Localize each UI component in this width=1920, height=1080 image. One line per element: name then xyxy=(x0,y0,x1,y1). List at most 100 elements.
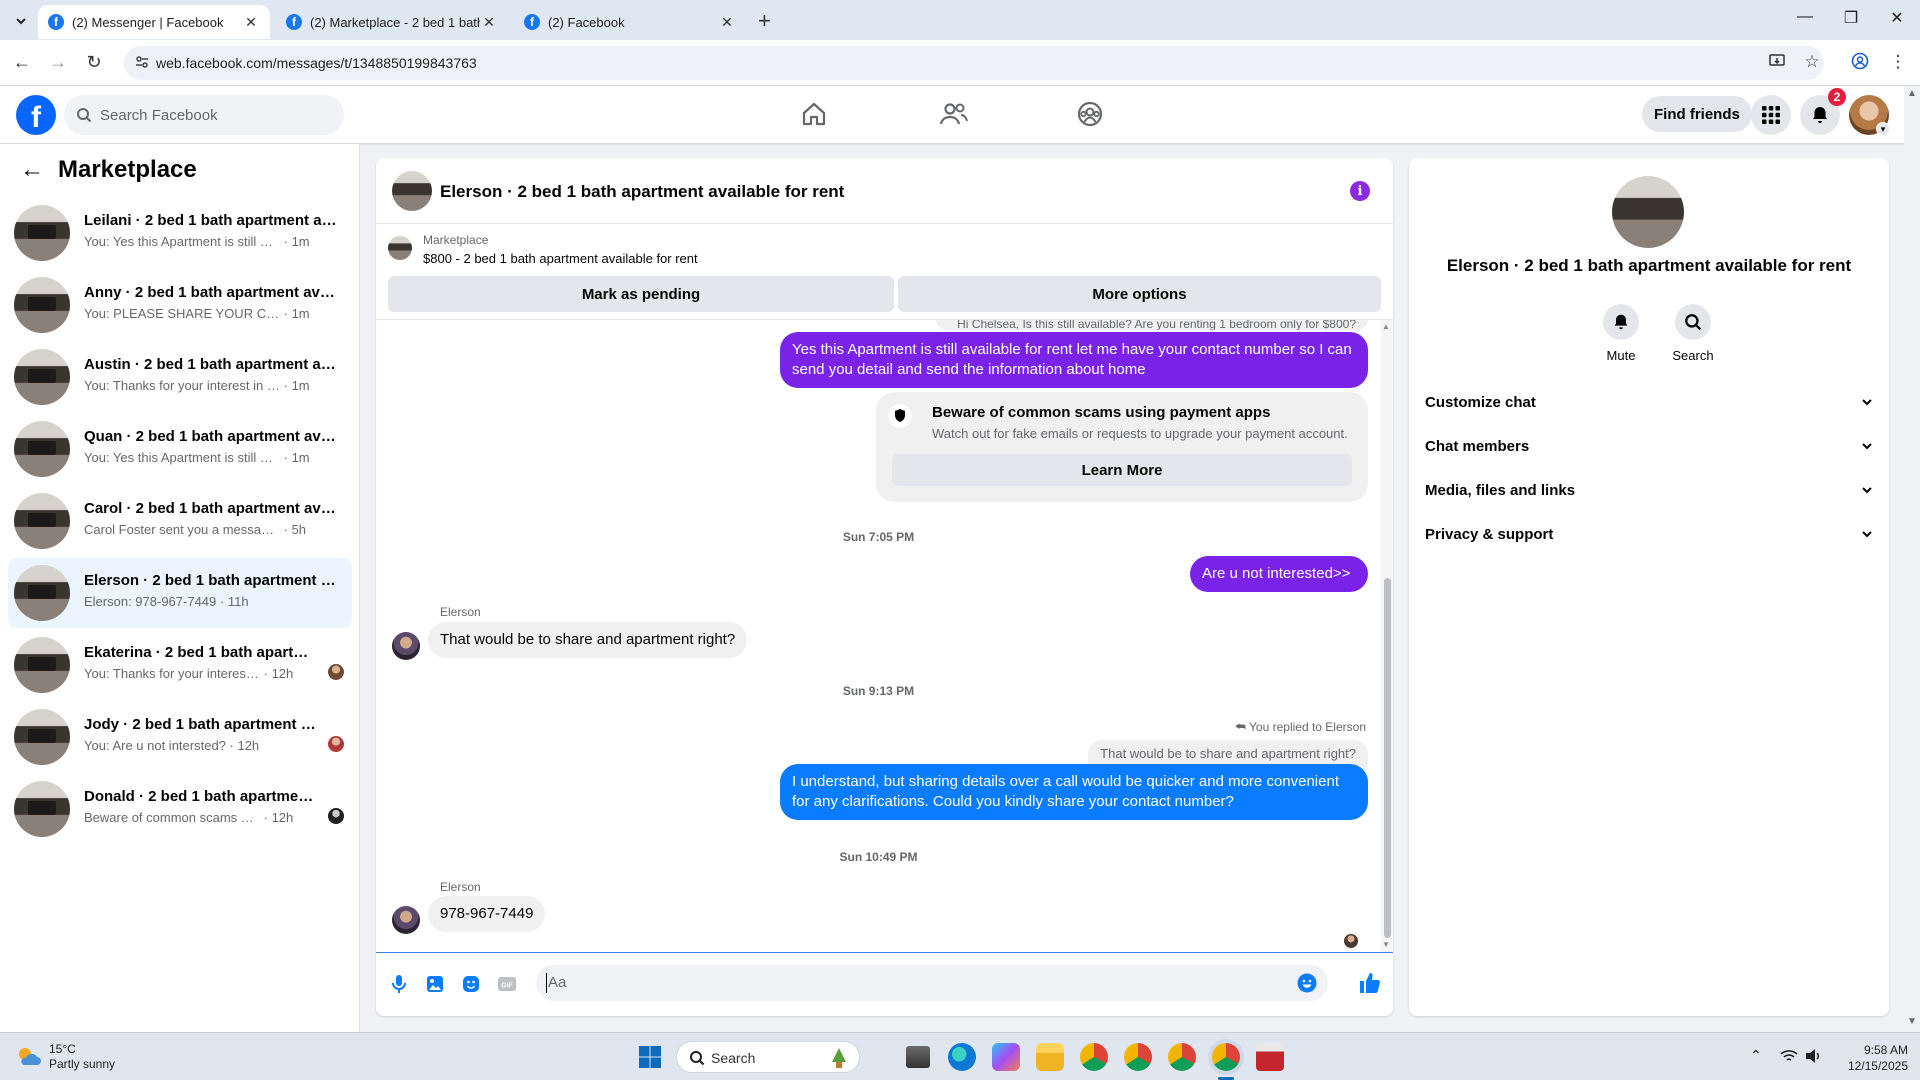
site-info-icon[interactable] xyxy=(134,54,152,72)
back-arrow-icon[interactable]: ← xyxy=(20,156,44,184)
chrome-icon[interactable] xyxy=(1168,1043,1196,1071)
section-media-files-links[interactable]: Media, files and links xyxy=(1425,468,1873,512)
message-bubble-incoming[interactable]: That would be to share and apartment rig… xyxy=(428,622,748,658)
chevron-down-icon[interactable]: ▾ xyxy=(1876,122,1890,136)
search-icon xyxy=(690,1051,705,1066)
more-options-button[interactable]: More options xyxy=(898,276,1381,312)
browser-menu-icon[interactable]: ⋮ xyxy=(1885,52,1911,72)
browser-tab-messenger[interactable]: f (2) Messenger | Facebook ✕ xyxy=(38,5,270,39)
scroll-down-icon[interactable]: ▼ xyxy=(1382,940,1390,949)
scroll-up-icon[interactable]: ▲ xyxy=(1907,88,1917,99)
chat-name: Anny · 2 bed 1 bath apartment available … xyxy=(84,284,340,301)
minimize-button[interactable]: — xyxy=(1790,8,1820,26)
chat-item-donald[interactable]: Donald · 2 bed 1 bath apartment availabl… xyxy=(8,774,352,844)
browser-tab-marketplace[interactable]: f (2) Marketplace - 2 bed 1 bath ✕ xyxy=(276,5,508,39)
volume-icon[interactable] xyxy=(1804,1048,1822,1064)
chrome-active-icon[interactable] xyxy=(1212,1043,1240,1071)
tab-search-button[interactable] xyxy=(10,10,32,32)
section-chat-members[interactable]: Chat members xyxy=(1425,424,1873,468)
chrome-icon[interactable] xyxy=(1080,1043,1108,1071)
file-explorer-icon[interactable] xyxy=(1036,1043,1064,1071)
page-scrollbar[interactable]: ▲ ▼ xyxy=(1904,86,1920,1032)
emoji-icon[interactable] xyxy=(1296,972,1318,994)
tab-title: (2) Marketplace - 2 bed 1 bath xyxy=(310,14,480,30)
chat-item-leilani[interactable]: Leilani · 2 bed 1 bath apartment availab… xyxy=(8,198,352,268)
weather-widget[interactable]: 15°C Partly sunny xyxy=(49,1042,115,1072)
listing-thumbnail[interactable] xyxy=(388,236,412,260)
thumbs-up-icon[interactable] xyxy=(1358,971,1382,995)
microphone-icon[interactable] xyxy=(388,973,410,995)
profile-icon[interactable] xyxy=(1847,52,1873,75)
taskbar-search[interactable]: Search xyxy=(676,1041,860,1073)
system-clock[interactable]: 9:58 AM 12/15/2025 xyxy=(1838,1042,1908,1074)
sender-avatar[interactable] xyxy=(392,906,420,934)
task-view-icon[interactable] xyxy=(906,1046,930,1068)
message-bubble-outgoing[interactable]: Yes this Apartment is still available fo… xyxy=(780,332,1368,388)
mute-button[interactable]: Mute xyxy=(1591,304,1651,363)
sender-avatar[interactable] xyxy=(392,632,420,660)
scroll-up-icon[interactable]: ▲ xyxy=(1382,322,1390,331)
chat-info-avatar[interactable] xyxy=(1612,176,1684,248)
url-text[interactable]: web.facebook.com/messages/t/134885019984… xyxy=(156,55,477,71)
message-bubble-quoted-cut[interactable]: Hi Chelsea, Is this still available? Are… xyxy=(936,320,1368,330)
close-window-button[interactable]: ✕ xyxy=(1882,8,1912,28)
wifi-icon[interactable] xyxy=(1780,1049,1798,1063)
conversation-title[interactable]: Elerson · 2 bed 1 bath apartment availab… xyxy=(440,182,844,202)
conversation-avatar[interactable] xyxy=(392,171,432,211)
sticker-icon[interactable] xyxy=(460,973,482,995)
section-customize-chat[interactable]: Customize chat xyxy=(1425,380,1873,424)
edge-icon[interactable] xyxy=(948,1043,976,1071)
chat-item-quan[interactable]: Quan · 2 bed 1 bath apartment available … xyxy=(8,414,352,484)
restore-button[interactable]: ❐ xyxy=(1836,8,1866,28)
message-bubble-outgoing[interactable]: Are u not interested>> xyxy=(1190,556,1368,592)
message-bubble-outgoing[interactable]: I understand, but sharing details over a… xyxy=(780,764,1368,820)
back-button[interactable]: ← xyxy=(10,52,34,73)
chat-item-carol[interactable]: Carol · 2 bed 1 bath apartment available… xyxy=(8,486,352,556)
search-label: Search xyxy=(1672,348,1714,363)
chat-item-ekaterina[interactable]: Ekaterina · 2 bed 1 bath apartment avail… xyxy=(8,630,352,700)
chat-item-austin[interactable]: Austin · 2 bed 1 bath apartment availabl… xyxy=(8,342,352,412)
listing-title[interactable]: $800 - 2 bed 1 bath apartment available … xyxy=(423,251,698,266)
browser-tab-facebook[interactable]: f (2) Facebook ✕ xyxy=(514,5,746,39)
forward-button[interactable]: → xyxy=(46,52,70,73)
learn-more-button[interactable]: Learn More xyxy=(892,454,1352,486)
groups-icon[interactable] xyxy=(1076,100,1106,130)
section-privacy-support[interactable]: Privacy & support xyxy=(1425,512,1873,556)
close-icon[interactable]: ✕ xyxy=(718,14,736,31)
home-icon[interactable] xyxy=(800,100,830,130)
app-icon[interactable] xyxy=(1256,1043,1284,1071)
mark-as-pending-button[interactable]: Mark as pending xyxy=(388,276,894,312)
windows-start-icon[interactable] xyxy=(638,1045,662,1069)
close-icon[interactable]: ✕ xyxy=(242,14,260,31)
copilot-icon[interactable] xyxy=(992,1043,1020,1071)
install-app-icon[interactable] xyxy=(1764,52,1790,75)
show-hidden-icons[interactable]: ⌃ xyxy=(1750,1047,1762,1064)
listing-thumbnail xyxy=(14,709,70,765)
bookmark-star-icon[interactable]: ☆ xyxy=(1799,52,1825,72)
scroll-down-icon[interactable]: ▼ xyxy=(1907,1016,1917,1027)
chrome-icon[interactable] xyxy=(1124,1043,1152,1071)
message-input[interactable]: Aa xyxy=(536,965,1328,1001)
listing-thumbnail xyxy=(14,277,70,333)
new-tab-button[interactable]: + xyxy=(758,8,771,34)
menu-grid-button[interactable] xyxy=(1751,95,1791,135)
search-in-chat-button[interactable]: Search xyxy=(1663,304,1723,363)
close-icon[interactable]: ✕ xyxy=(480,14,498,31)
chat-item-elerson[interactable]: Elerson · 2 bed 1 bath apartment availab… xyxy=(8,558,352,628)
facebook-logo-icon[interactable]: f xyxy=(16,95,56,135)
partly-sunny-icon[interactable] xyxy=(16,1045,42,1067)
message-scrollbar[interactable]: ▲ ▼ xyxy=(1381,320,1393,952)
scrollbar-thumb[interactable] xyxy=(1384,578,1391,938)
conversation-header: Elerson · 2 bed 1 bath apartment availab… xyxy=(376,158,1393,224)
url-box[interactable]: web.facebook.com/messages/t/134885019984… xyxy=(124,46,1824,80)
chat-item-anny[interactable]: Anny · 2 bed 1 bath apartment available … xyxy=(8,270,352,340)
facebook-search-input[interactable]: Search Facebook xyxy=(64,95,344,135)
photo-icon[interactable] xyxy=(424,973,446,995)
find-friends-button[interactable]: Find friends xyxy=(1642,96,1752,132)
chat-item-jody[interactable]: Jody · 2 bed 1 bath apartment available … xyxy=(8,702,352,772)
friends-icon[interactable] xyxy=(938,100,968,130)
gif-icon[interactable]: GIF xyxy=(496,973,518,995)
reload-button[interactable]: ↻ xyxy=(82,52,106,73)
message-bubble-incoming[interactable]: 978-967-7449 xyxy=(428,896,546,932)
info-icon[interactable]: i xyxy=(1350,181,1370,201)
